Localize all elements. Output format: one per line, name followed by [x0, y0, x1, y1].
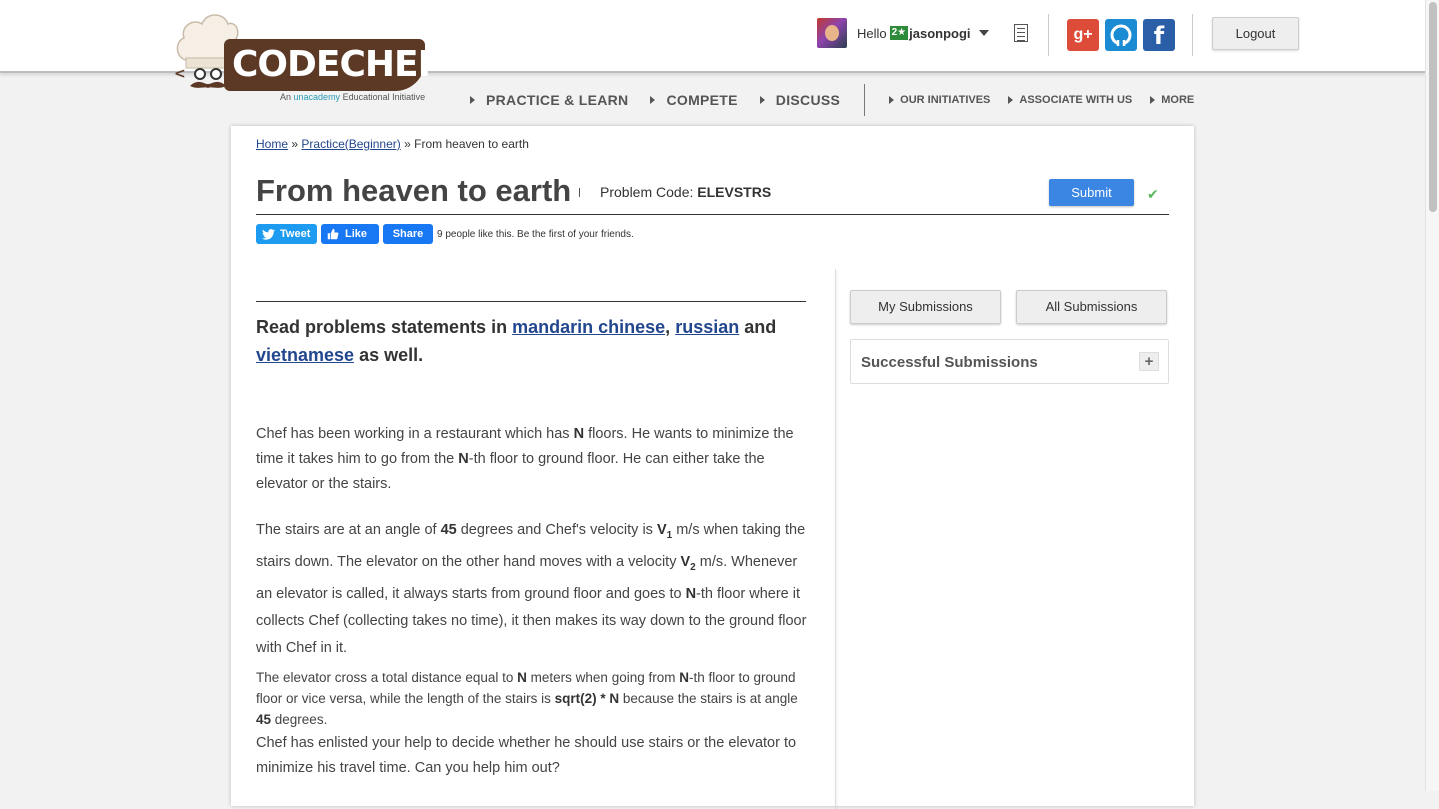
translation-note: Read problems statements in mandarin chi…	[256, 317, 777, 365]
problem-code-value: ELEVSTRS	[697, 184, 772, 200]
title-divider	[256, 214, 1169, 215]
problem-code: Problem Code: ELEVSTRS	[600, 184, 772, 200]
username[interactable]: jasonpogi	[909, 26, 970, 41]
star-rating-badge: 2★	[889, 26, 909, 40]
logo-wordmark: CODECHEF	[224, 39, 442, 91]
triangle-right-icon	[1008, 96, 1014, 104]
submit-button[interactable]: Submit	[1049, 179, 1134, 206]
logout-button[interactable]: Logout	[1212, 17, 1299, 50]
statement-paragraph-2: The stairs are at an angle of 45 degrees…	[256, 522, 807, 656]
scrollbar-thumb[interactable]	[1429, 2, 1437, 212]
triangle-right-icon	[470, 96, 475, 104]
statement-top-rule	[256, 301, 806, 302]
link-mandarin-chinese[interactable]: mandarin chinese	[512, 317, 665, 337]
logo-text: CODECHEF	[232, 44, 442, 85]
page-title: From heaven to earth	[256, 173, 572, 208]
nav-more[interactable]: MORE	[1150, 94, 1194, 106]
breadcrumb-current: From heaven to earth	[414, 137, 529, 151]
facebook-icon[interactable]: f	[1143, 19, 1175, 51]
codechef-logo[interactable]: < > CODECHEF An unacademy Educational In…	[172, 8, 442, 106]
triangle-right-icon	[1150, 96, 1156, 104]
breadcrumb: Home » Practice(Beginner) » From heaven …	[256, 137, 529, 151]
nav-associate-with-us[interactable]: ASSOCIATE WITH US	[1008, 94, 1132, 106]
greeting: Hello 2★ jasonpogi	[857, 25, 971, 41]
statement-paragraph-3: The elevator cross a total distance equa…	[256, 670, 798, 727]
breadcrumb-practice[interactable]: Practice(Beginner)	[301, 137, 400, 151]
tweet-button[interactable]: Tweet	[256, 224, 317, 244]
header-divider	[1192, 14, 1193, 56]
main-nav: PRACTICE & LEARN COMPETE DISCUSS OUR INI…	[470, 84, 1212, 116]
breadcrumb-home[interactable]: Home	[256, 137, 288, 151]
nav-discuss[interactable]: DISCUSS	[759, 92, 840, 108]
nav-practice-learn[interactable]: PRACTICE & LEARN	[470, 92, 628, 108]
google-plus-icon[interactable]: g+	[1067, 19, 1099, 51]
share-bar: Tweet Like Share 9 people like this. Be …	[256, 224, 634, 244]
statement-paragraph-4: Chef has enlisted your help to decide wh…	[256, 735, 797, 776]
triangle-right-icon	[889, 96, 895, 104]
logo-tagline: An unacademy Educational Initiative	[280, 92, 426, 102]
facebook-like-button[interactable]: Like	[321, 224, 379, 244]
link-vietnamese[interactable]: vietnamese	[256, 345, 354, 365]
nav-our-initiatives[interactable]: OUR INITIATIVES	[889, 94, 990, 106]
avatar[interactable]	[817, 18, 847, 48]
svg-text:<: <	[174, 66, 186, 82]
plus-icon[interactable]: +	[1139, 352, 1159, 371]
my-submissions-button[interactable]: My Submissions	[850, 290, 1001, 324]
user-menu[interactable]: Hello 2★ jasonpogi	[817, 17, 989, 49]
triangle-right-icon	[650, 96, 656, 104]
all-submissions-button[interactable]: All Submissions	[1016, 290, 1167, 324]
triangle-right-icon	[759, 96, 765, 104]
problem-panel: Home » Practice(Beginner) » From heaven …	[231, 126, 1194, 809]
title-separator	[579, 188, 580, 197]
nav-divider	[864, 84, 866, 116]
page-scrollbar[interactable]	[1425, 0, 1439, 791]
link-russian[interactable]: russian	[675, 317, 739, 337]
statement-paragraph-1: Chef has been working in a restaurant wh…	[256, 426, 794, 492]
successful-submissions-label: Successful Submissions	[861, 354, 1038, 371]
github-icon[interactable]	[1105, 19, 1137, 51]
facebook-share-button[interactable]: Share	[383, 224, 433, 244]
twitter-icon	[262, 228, 275, 240]
header-divider	[1048, 14, 1049, 56]
nav-compete[interactable]: COMPETE	[650, 92, 737, 108]
likes-count-text: 9 people like this. Be the first of your…	[437, 228, 634, 240]
chevron-down-icon[interactable]	[978, 30, 989, 36]
successful-submissions-panel[interactable]: Successful Submissions +	[850, 339, 1169, 384]
column-divider	[835, 269, 836, 809]
notes-icon[interactable]	[1014, 24, 1028, 42]
thumbs-up-icon	[327, 228, 339, 240]
check-icon: ✔	[1147, 186, 1159, 202]
